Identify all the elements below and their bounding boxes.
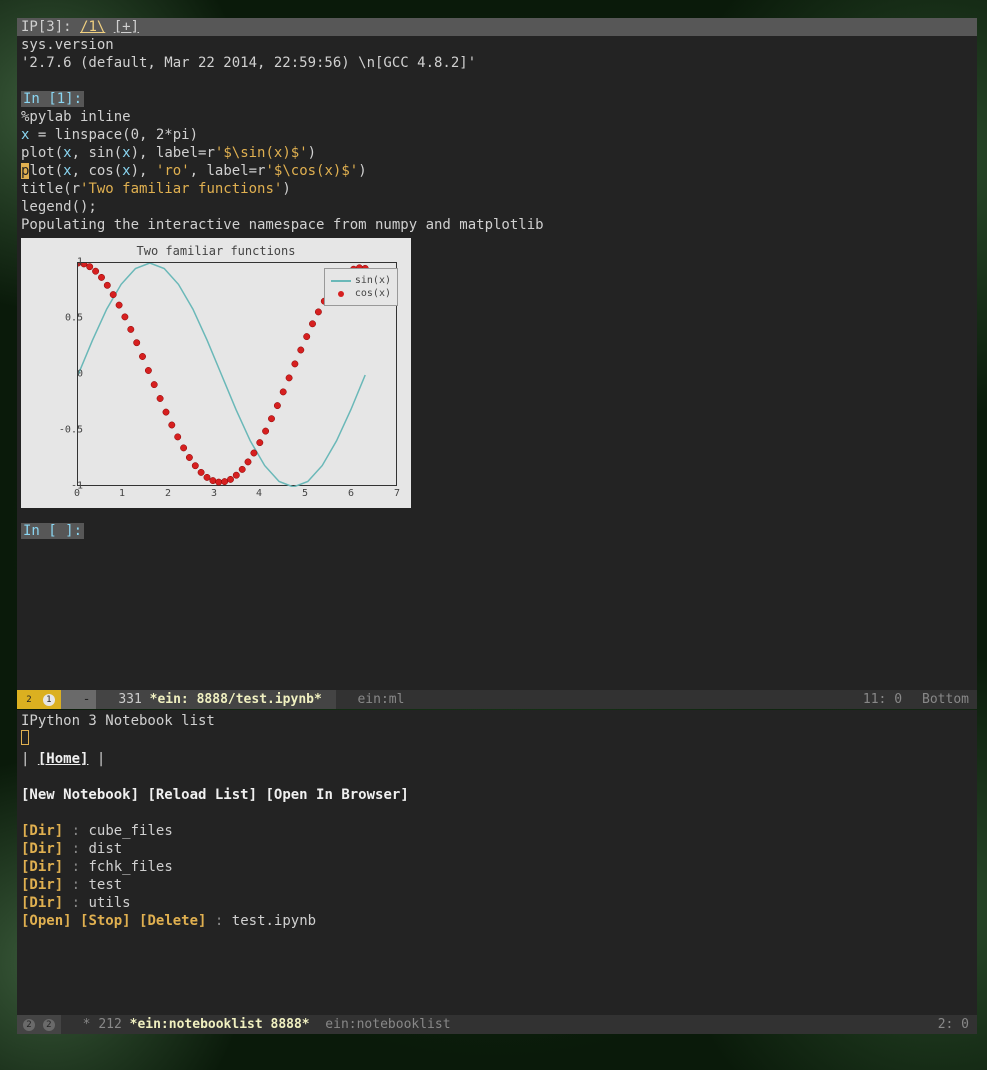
cell0-output: '2.7.6 (default, Mar 22 2014, 22:59:56) … [17, 54, 977, 72]
list-item[interactable]: [Dir] : test [21, 876, 973, 894]
list-item[interactable]: [Dir] : utils [21, 894, 973, 912]
cell1-line2[interactable]: x = linspace(0, 2*pi) [17, 126, 977, 144]
xtick: 7 [394, 488, 400, 499]
ip-label: IP[3]: [21, 19, 72, 35]
cursor [21, 730, 29, 745]
delete-button[interactable]: [Delete] [139, 913, 206, 929]
plot-legend: sin(x) cos(x) [324, 268, 398, 306]
cell1-prompt: In [1]: [17, 90, 977, 108]
cell1-line1[interactable]: %pylab inline [17, 108, 977, 126]
list-item[interactable]: [Dir] : dist [21, 840, 973, 858]
buffer-name: *ein: 8888/test.ipynb* [150, 690, 322, 709]
reload-list-button[interactable]: [Reload List] [147, 787, 257, 803]
plot-output: Two familiar functions 1 0.5 0 -0.5 -1 0… [21, 238, 411, 508]
cell1-line5[interactable]: title(r'Two familiar functions') [17, 180, 977, 198]
ytick: 0 [77, 369, 83, 380]
tab-1[interactable]: /1\ [80, 19, 105, 35]
header-tabs[interactable]: IP[3]: /1\ [+] [17, 18, 977, 36]
modeline-top: 2 1 - 331 *ein: 8888/test.ipynb* ein:ml … [17, 690, 977, 709]
spacer [17, 508, 977, 522]
stop-button[interactable]: [Stop] [80, 913, 131, 929]
new-notebook-button[interactable]: [New Notebook] [21, 787, 139, 803]
xtick: 0 [74, 488, 80, 499]
nb-actions: [New Notebook] [Reload List] [Open In Br… [21, 786, 973, 804]
spacer [17, 72, 977, 90]
list-item[interactable]: [Dir] : fchk_files [21, 858, 973, 876]
xtick: 1 [119, 488, 125, 499]
list-item-file[interactable]: [Open] [Stop] [Delete] : test.ipynb [21, 912, 973, 930]
notebooklist-pane[interactable]: IPython 3 Notebook list | [Home] | [New … [17, 710, 977, 1015]
cell1-line3[interactable]: plot(x, sin(x), label=r'$\sin(x)$') [17, 144, 977, 162]
buffer-name: *ein:notebooklist 8888* [130, 1015, 310, 1034]
cell1-line6[interactable]: legend(); [17, 198, 977, 216]
modeline-bottom: 2 2 * 212 *ein:notebooklist 8888* ein:no… [17, 1015, 977, 1034]
nb-breadcrumb: | [Home] | [21, 750, 973, 768]
legend-dot-icon [338, 291, 344, 297]
xtick: 6 [348, 488, 354, 499]
plot-title: Two familiar functions [137, 244, 296, 258]
open-browser-button[interactable]: [Open In Browser] [265, 787, 408, 803]
legend-line-icon [331, 280, 351, 282]
ytick: 1 [77, 257, 83, 268]
cell1-line4[interactable]: plot(x, cos(x), 'ro', label=r'$\cos(x)$'… [17, 162, 977, 180]
nb-title: IPython 3 Notebook list [21, 712, 973, 730]
xtick: 5 [302, 488, 308, 499]
tab-add[interactable]: [+] [114, 19, 139, 35]
xtick: 4 [256, 488, 262, 499]
ytick: -0.5 [59, 425, 83, 436]
xtick: 3 [211, 488, 217, 499]
home-link[interactable]: [Home] [38, 751, 89, 767]
cell2-prompt[interactable]: In [ ]: [17, 522, 977, 540]
editor-pane[interactable]: IP[3]: /1\ [+] sys.version '2.7.6 (defau… [17, 18, 977, 690]
ytick: 0.5 [65, 313, 83, 324]
cell0-input[interactable]: sys.version [17, 36, 977, 54]
open-button[interactable]: [Open] [21, 913, 72, 929]
cell1-output: Populating the interactive namespace fro… [17, 216, 977, 234]
xtick: 2 [165, 488, 171, 499]
list-item[interactable]: [Dir] : cube_files [21, 822, 973, 840]
